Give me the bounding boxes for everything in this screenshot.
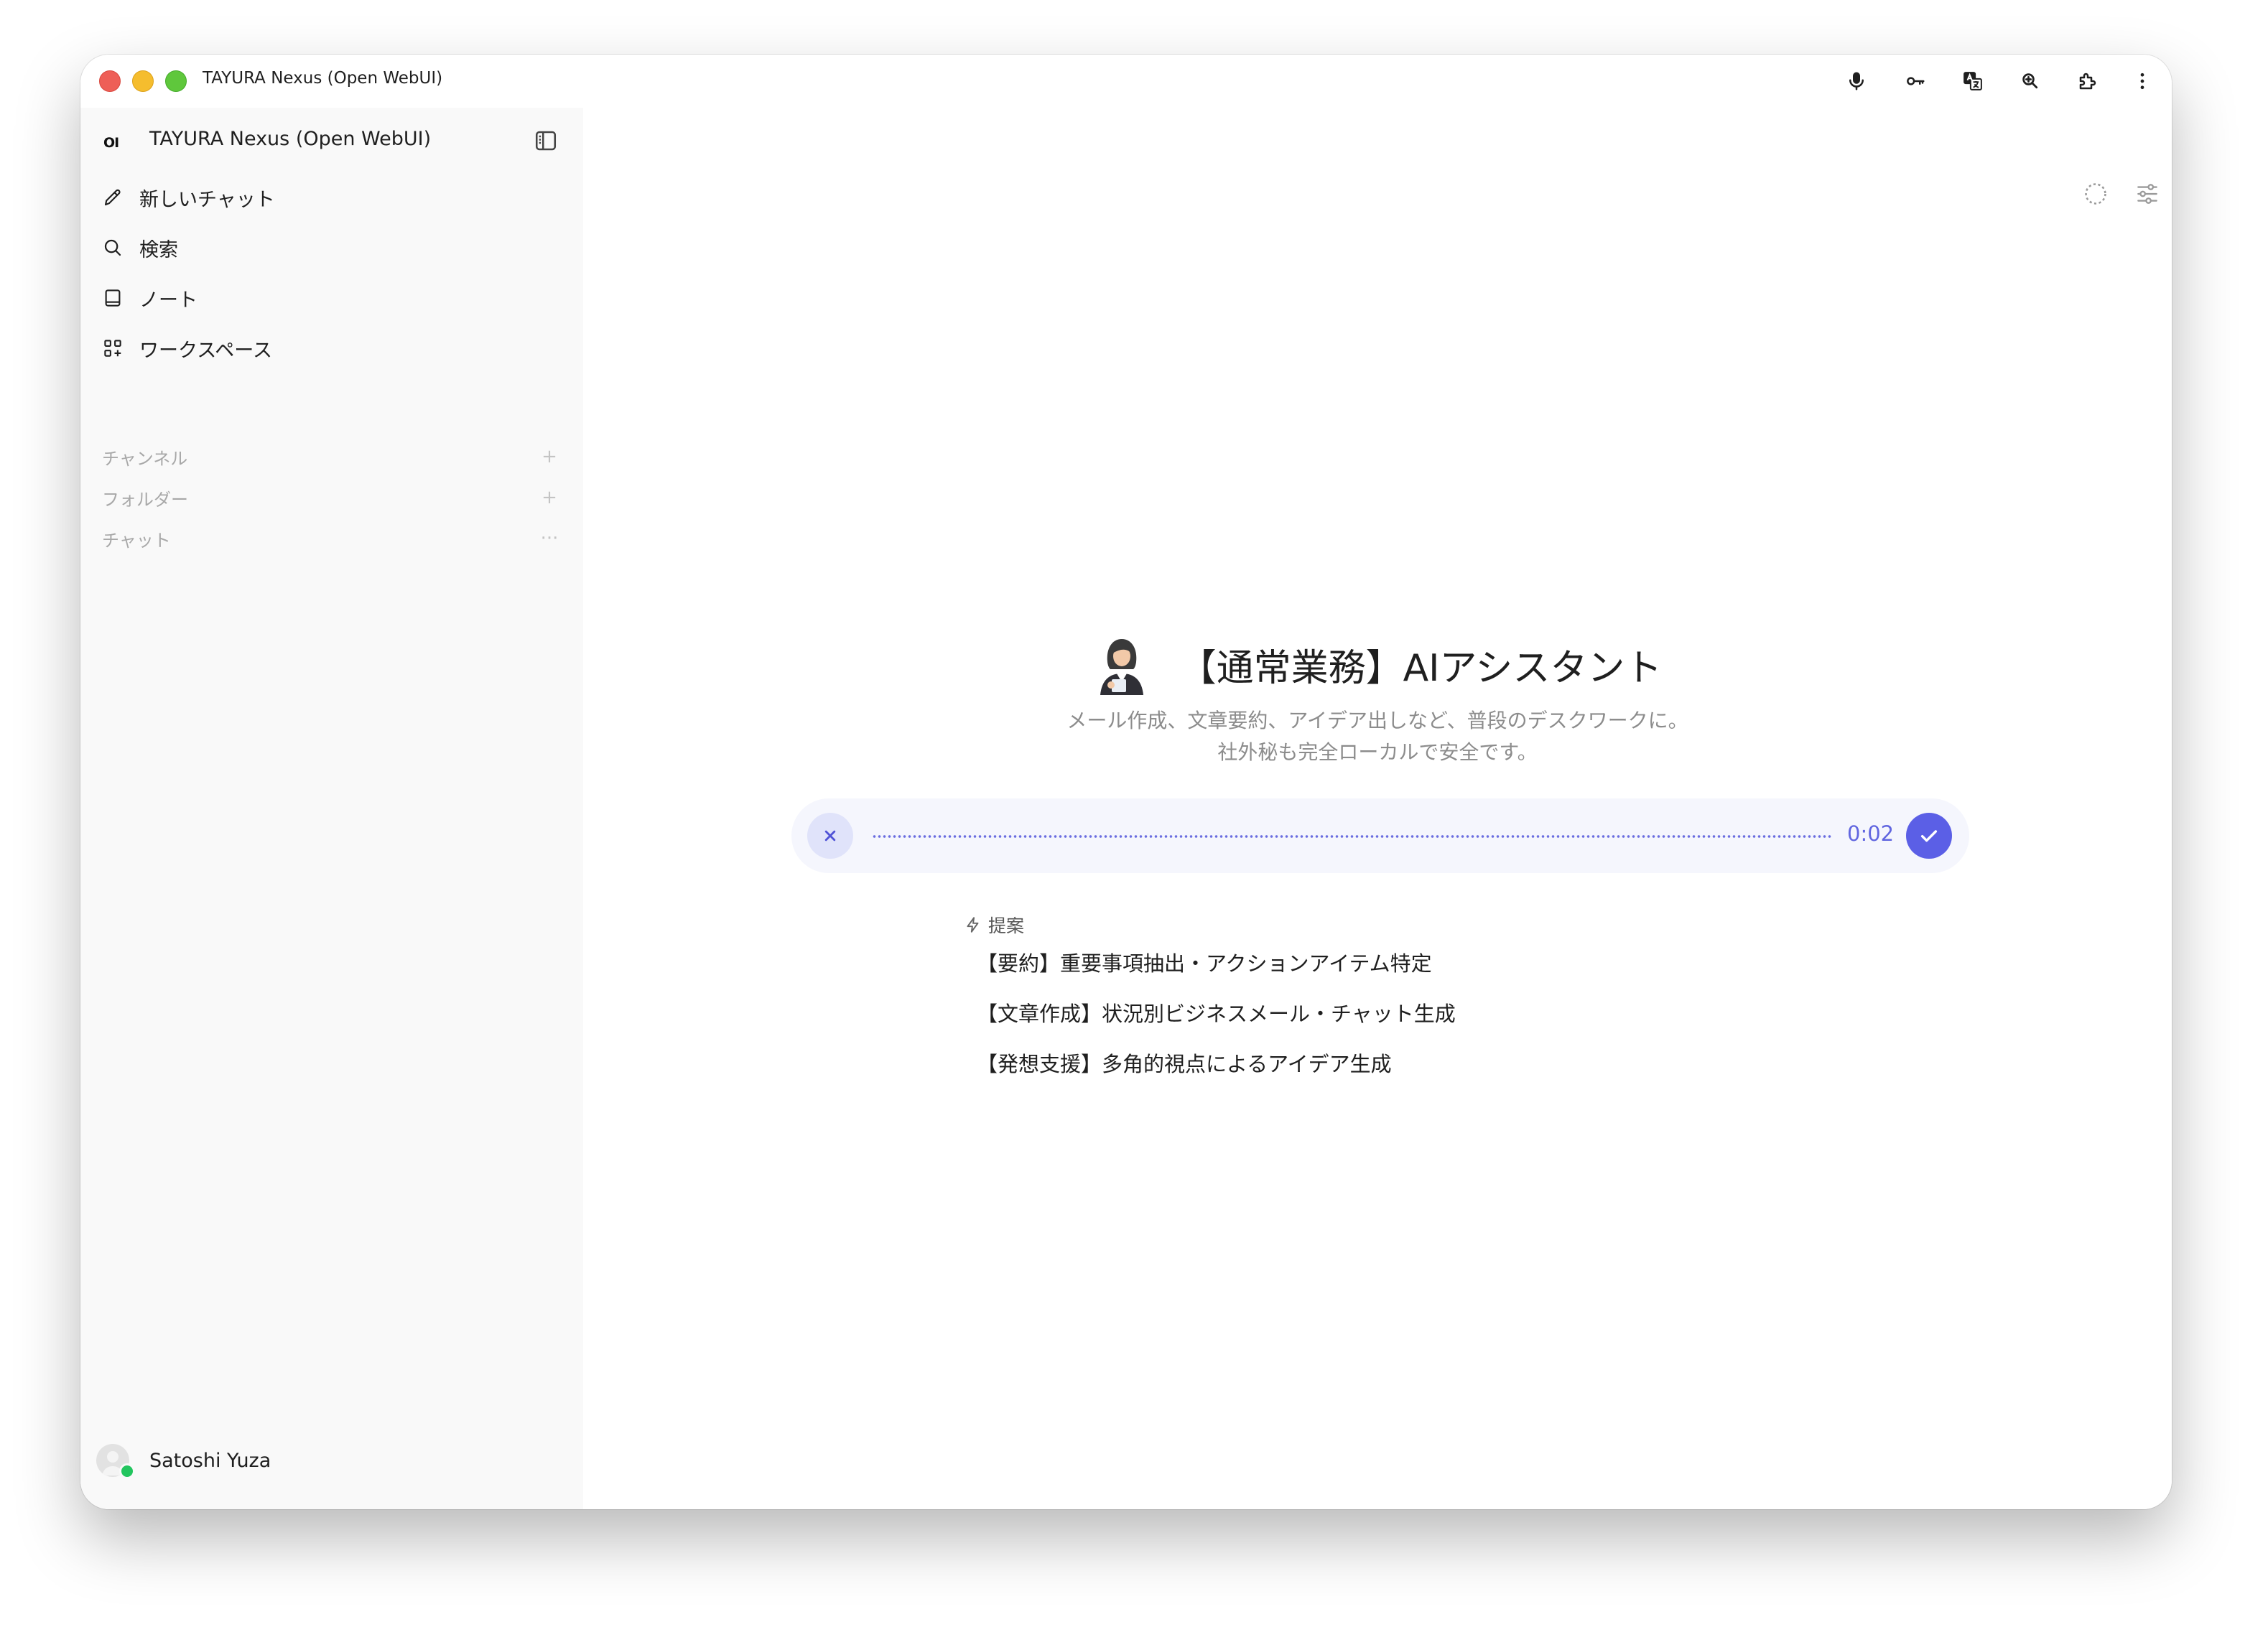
more-vertical-icon[interactable] bbox=[2127, 66, 2157, 96]
extension-icon[interactable] bbox=[2073, 66, 2103, 96]
sidebar-item-new-chat[interactable]: 新しいチャット bbox=[101, 178, 560, 217]
suggestion-item[interactable]: 【発想支援】多角的視点によるアイデア生成 bbox=[977, 1041, 1392, 1084]
minimize-window-button[interactable] bbox=[132, 70, 154, 92]
voice-recording-bar: 0:02 bbox=[791, 798, 1969, 873]
model-header: 【通常業務】AIアシスタント bbox=[583, 632, 2172, 696]
window-title: TAYURA Nexus (Open WebUI) bbox=[203, 69, 443, 88]
note-icon bbox=[101, 286, 125, 310]
section-folders[interactable]: フォルダー + bbox=[102, 483, 562, 512]
section-label: チャンネル bbox=[102, 448, 188, 469]
lightning-icon bbox=[967, 917, 979, 933]
model-description: メール作成、文章要約、アイデア出しなど、普段のデスクワークに。 社外秘も完全ロー… bbox=[583, 705, 2172, 768]
section-channels[interactable]: チャンネル + bbox=[102, 442, 562, 471]
suggestions-header: 提案 bbox=[964, 912, 1024, 938]
section-chats[interactable]: チャット ··· bbox=[102, 524, 562, 553]
description-line: 社外秘も完全ローカルで安全です。 bbox=[1217, 740, 1538, 764]
sidebar-item-label: ノート bbox=[139, 289, 197, 312]
close-window-button[interactable] bbox=[99, 70, 121, 92]
chat-main: 【通常業務】AIアシスタント メール作成、文章要約、アイデア出しなど、普段のデス… bbox=[583, 108, 2172, 1509]
suggestion-item[interactable]: 【要約】重要事項抽出・アクションアイテム特定 bbox=[977, 941, 1432, 984]
sidebar-item-label: ワークスペース bbox=[139, 339, 272, 362]
add-folder-button[interactable]: + bbox=[537, 487, 562, 508]
add-channel-button[interactable]: + bbox=[537, 446, 562, 467]
zoom-icon[interactable] bbox=[2015, 66, 2045, 96]
assistant-avatar-icon bbox=[1093, 632, 1151, 696]
microphone-icon[interactable] bbox=[1841, 66, 1872, 96]
close-icon bbox=[824, 830, 836, 842]
audio-waveform bbox=[872, 834, 1833, 839]
online-status-indicator bbox=[119, 1463, 135, 1479]
sidebar-item-workspace[interactable]: ワークスペース bbox=[101, 329, 560, 368]
sidebar-item-label: 検索 bbox=[139, 238, 178, 261]
search-icon bbox=[101, 236, 125, 260]
sidebar: OI TAYURA Nexus (Open WebUI) 新しいチャット 検索 … bbox=[80, 108, 583, 1509]
translate-icon[interactable] bbox=[1958, 66, 1988, 96]
app-logo[interactable]: OI bbox=[103, 135, 119, 151]
workspace-icon bbox=[101, 336, 125, 360]
check-icon bbox=[1920, 830, 1938, 842]
chat-options-button[interactable]: ··· bbox=[537, 528, 562, 549]
settings-sliders-icon[interactable] bbox=[2132, 178, 2163, 210]
title-bar: TAYURA Nexus (Open WebUI) bbox=[80, 55, 2172, 108]
loading-circle-icon[interactable] bbox=[2080, 178, 2111, 210]
section-label: チャット bbox=[102, 530, 171, 551]
suggestion-item[interactable]: 【文章作成】状況別ビジネスメール・チャット生成 bbox=[977, 991, 1456, 1034]
confirm-recording-button[interactable] bbox=[1906, 813, 1952, 859]
suggestions-label: 提案 bbox=[988, 915, 1025, 936]
pencil-icon bbox=[101, 185, 125, 210]
sidebar-toggle-icon[interactable] bbox=[533, 128, 559, 154]
sidebar-item-notes[interactable]: ノート bbox=[101, 279, 560, 317]
description-line: メール作成、文章要約、アイデア出しなど、普段のデスクワークに。 bbox=[1066, 709, 1688, 732]
sidebar-item-search[interactable]: 検索 bbox=[101, 228, 560, 267]
user-name: Satoshi Yuza bbox=[149, 1449, 271, 1472]
app-window: TAYURA Nexus (Open WebUI) OI TAYURA Nexu… bbox=[80, 55, 2172, 1509]
sidebar-item-label: 新しいチャット bbox=[139, 188, 275, 211]
sidebar-app-title[interactable]: TAYURA Nexus (Open WebUI) bbox=[149, 128, 431, 150]
key-icon[interactable] bbox=[1900, 66, 1930, 96]
section-label: フォルダー bbox=[102, 489, 188, 510]
cancel-recording-button[interactable] bbox=[807, 813, 853, 859]
recording-timer: 0:02 bbox=[1847, 821, 1895, 846]
model-title: 【通常業務】AIアシスタント bbox=[1179, 646, 1663, 690]
maximize-window-button[interactable] bbox=[165, 70, 187, 92]
